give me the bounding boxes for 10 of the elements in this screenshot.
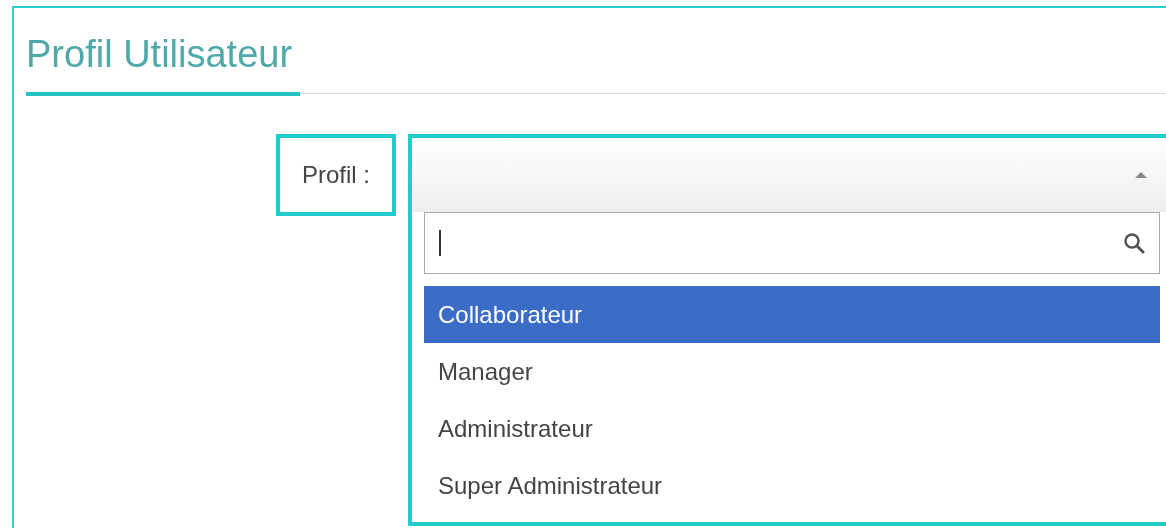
section-title: Profil Utilisateur [26, 30, 301, 96]
search-icon [1123, 232, 1145, 254]
text-cursor [439, 230, 441, 256]
search-field[interactable] [424, 212, 1160, 274]
field-label: Profil : [276, 134, 396, 216]
dropdown-option[interactable]: Super Administrateur [424, 457, 1160, 514]
dropdown[interactable]: Collaborateur Manager Administrateur Super Administrateur [408, 134, 1166, 526]
dropdown-option[interactable]: Collaborateur [424, 286, 1160, 343]
dropdown-option[interactable]: Manager [424, 343, 1160, 400]
dropdown-option[interactable]: Administrateur [424, 400, 1160, 457]
